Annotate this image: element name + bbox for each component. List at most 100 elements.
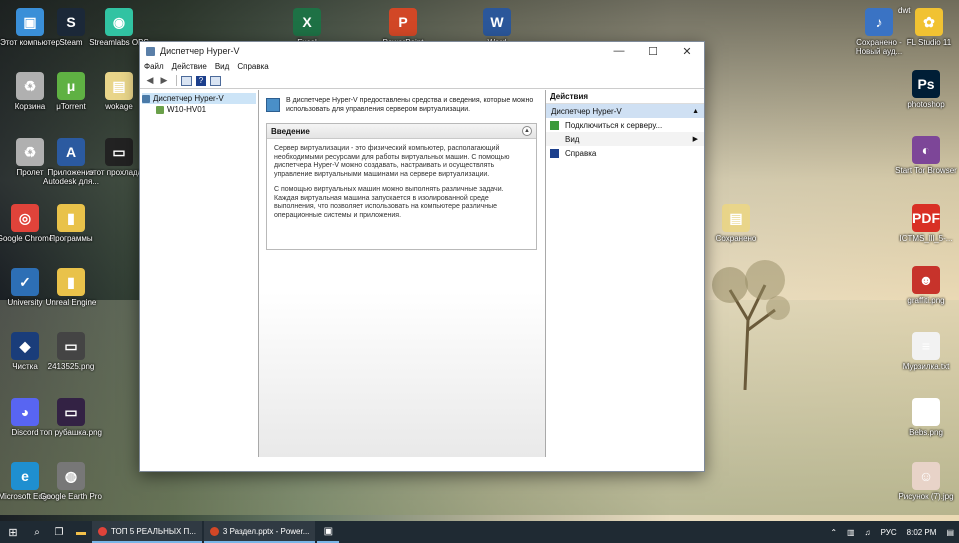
tree-pane: Диспетчер Hyper-V W10-HV01 bbox=[140, 90, 259, 457]
info-text: В диспетчере Hyper-V предоставлены средс… bbox=[286, 97, 534, 113]
action-connect-to-server[interactable]: Подключиться к серверу... bbox=[546, 118, 704, 132]
desktop-icon[interactable]: ◍ Google Earth Pro bbox=[40, 462, 102, 501]
windows-start-icon[interactable]: ⊞ bbox=[0, 526, 26, 539]
wallpaper-tree bbox=[712, 260, 790, 390]
taskbar-app-label: ТОП 5 РЕАЛЬНЫХ П... bbox=[111, 526, 196, 536]
tree-item-server[interactable]: W10-HV01 bbox=[142, 104, 256, 115]
intro-paragraph-1: Сервер виртуализации - это физический ко… bbox=[274, 145, 510, 178]
app-icon: ▤ bbox=[105, 72, 133, 100]
desktop-icon[interactable]: ▮ Unreal Engine bbox=[40, 268, 102, 307]
hyperv-manager-icon bbox=[142, 94, 150, 103]
connect-server-icon bbox=[550, 120, 559, 130]
desktop-icon-label: Рисунок (7).jpg bbox=[898, 492, 954, 501]
menu-action[interactable]: Действие bbox=[172, 62, 207, 71]
file-explorer-icon[interactable]: ▬ bbox=[70, 521, 92, 543]
desktop-icon[interactable]: ▤ Сохранено bbox=[705, 204, 767, 243]
notification-icon[interactable]: ▤ bbox=[946, 528, 954, 537]
desktop-icon[interactable]: ▮ Программы bbox=[40, 204, 102, 243]
desktop-icon-label: Мурзилка.txt bbox=[902, 362, 950, 371]
desktop-icon-label: FL Studio 11 bbox=[906, 38, 952, 47]
desktop-icon-label: ICTMS_lll_5-... bbox=[899, 234, 953, 243]
language-indicator[interactable]: РУС bbox=[881, 528, 897, 537]
action-view[interactable]: Вид ▶ bbox=[546, 132, 704, 146]
desktop-icon[interactable]: ▭ топ рубашка.png bbox=[40, 398, 102, 437]
window-panes: Диспетчер Hyper-V W10-HV01 В диспетчере … bbox=[140, 90, 704, 457]
window-title: Диспетчер Hyper-V bbox=[160, 46, 240, 56]
hyperv-taskbar-icon[interactable]: ▣ bbox=[317, 521, 340, 543]
taskbar-app-powerpoint[interactable]: 3 Раздел.pptx - Power... bbox=[203, 521, 316, 543]
action-label: Вид bbox=[565, 134, 580, 144]
tree-item-hyperv-manager[interactable]: Диспетчер Hyper-V bbox=[142, 93, 256, 104]
network-icon[interactable]: ▥ bbox=[847, 528, 855, 537]
actions-group-header[interactable]: Диспетчер Hyper-V ▲ bbox=[546, 104, 704, 118]
system-tray: ⌃ ▥ ♫ РУС 8:02 PM ▤ bbox=[825, 528, 959, 537]
window-titlebar[interactable]: Диспетчер Hyper-V — ☐ ✕ bbox=[140, 42, 704, 60]
hyperv-window[interactable]: Диспетчер Hyper-V — ☐ ✕ Файл Действие Ви… bbox=[139, 41, 705, 472]
collapse-arrow-icon[interactable]: ▲ bbox=[692, 108, 699, 115]
menu-view[interactable]: Вид bbox=[215, 62, 229, 71]
submenu-arrow-icon: ▶ bbox=[692, 136, 698, 143]
hyperv-app-icon bbox=[146, 46, 155, 56]
desktop-icon-label: 2413525.png bbox=[47, 362, 95, 371]
app-icon: ◕ bbox=[11, 398, 39, 426]
desktop-icon-label: Start Tor Browser bbox=[895, 166, 957, 175]
info-row: В диспетчере Hyper-V предоставлены средс… bbox=[266, 96, 537, 114]
console-tree-icon[interactable] bbox=[181, 75, 192, 86]
app-icon: Ps bbox=[912, 70, 940, 98]
action-pane-icon[interactable] bbox=[210, 75, 221, 86]
app-icon: ♪ bbox=[865, 8, 893, 36]
menubar: Файл Действие Вид Справка bbox=[140, 60, 704, 73]
app-icon: ▤ bbox=[722, 204, 750, 232]
app-icon: ◆ bbox=[11, 332, 39, 360]
intro-paragraph-2: С помощью виртуальных машин можно выполн… bbox=[274, 186, 504, 219]
help-icon[interactable]: ? bbox=[196, 75, 206, 86]
task-view-icon[interactable]: ❐ bbox=[48, 521, 70, 543]
maximize-button[interactable]: ☐ bbox=[636, 42, 670, 60]
app-icon: PDF bbox=[912, 204, 940, 232]
app-icon: ▮ bbox=[57, 204, 85, 232]
menu-help[interactable]: Справка bbox=[237, 62, 268, 71]
desktop-icon[interactable]: Λ Bebs.png bbox=[895, 398, 957, 437]
desktop-icon[interactable]: ◐ Start Tor Browser bbox=[895, 136, 957, 175]
forward-arrow-icon[interactable]: ▶ bbox=[158, 75, 170, 87]
volume-icon[interactable]: ♫ bbox=[865, 528, 871, 537]
action-label: Справка bbox=[565, 148, 597, 158]
action-label: Подключиться к серверу... bbox=[565, 120, 663, 130]
menu-file[interactable]: Файл bbox=[144, 62, 164, 71]
view-icon bbox=[550, 135, 559, 144]
desktop-icon[interactable]: ≡ Мурзилка.txt bbox=[895, 332, 957, 371]
app-icon: ◎ bbox=[11, 204, 39, 232]
desktop-icon-label: photoshop bbox=[907, 100, 945, 109]
back-arrow-icon[interactable]: ◀ bbox=[144, 75, 156, 87]
desktop-icon[interactable]: ☺ Рисунок (7).jpg bbox=[895, 462, 957, 501]
toolbar-separator bbox=[176, 75, 177, 86]
app-icon: ▭ bbox=[105, 138, 133, 166]
close-button[interactable]: ✕ bbox=[670, 42, 704, 60]
app-icon: ▭ bbox=[57, 332, 85, 360]
app-icon: ◐ bbox=[912, 136, 940, 164]
tree-item-label: Диспетчер Hyper-V bbox=[153, 94, 224, 103]
intro-header[interactable]: Введение ▲ bbox=[267, 124, 536, 139]
powerpoint-icon bbox=[209, 526, 219, 536]
intro-section: Введение ▲ Сервер виртуализации - это фи… bbox=[266, 123, 537, 250]
tray-chevron-icon[interactable]: ⌃ bbox=[830, 528, 837, 537]
desktop-icon[interactable]: Ps photoshop bbox=[895, 70, 957, 109]
taskbar: ⊞ ⌕ ❐ ▬ ТОП 5 РЕАЛЬНЫХ П... 3 Раздел.ppt… bbox=[0, 521, 959, 543]
action-help[interactable]: Справка bbox=[546, 146, 704, 160]
desktop-icon-label: Unreal Engine bbox=[45, 298, 97, 307]
app-icon: X bbox=[293, 8, 321, 36]
app-icon: Λ bbox=[912, 398, 940, 426]
taskbar-app-chrome[interactable]: ТОП 5 РЕАЛЬНЫХ П... bbox=[92, 521, 202, 543]
search-icon[interactable]: ⌕ bbox=[26, 521, 48, 543]
tree-item-label: W10-HV01 bbox=[167, 105, 207, 114]
desktop-corner-text: dwt bbox=[898, 6, 911, 15]
minimize-button[interactable]: — bbox=[602, 42, 636, 60]
actions-title: Действия bbox=[546, 90, 704, 104]
collapse-up-icon[interactable]: ▲ bbox=[522, 126, 532, 136]
desktop-icon[interactable]: ☻ graffiti.png bbox=[895, 266, 957, 305]
clock[interactable]: 8:02 PM bbox=[907, 528, 937, 537]
desktop-icon[interactable]: ▭ 2413525.png bbox=[40, 332, 102, 371]
hyperv-info-icon bbox=[266, 98, 280, 112]
desktop-icon[interactable]: PDF ICTMS_lll_5-... bbox=[895, 204, 957, 243]
chrome-icon bbox=[98, 526, 107, 536]
